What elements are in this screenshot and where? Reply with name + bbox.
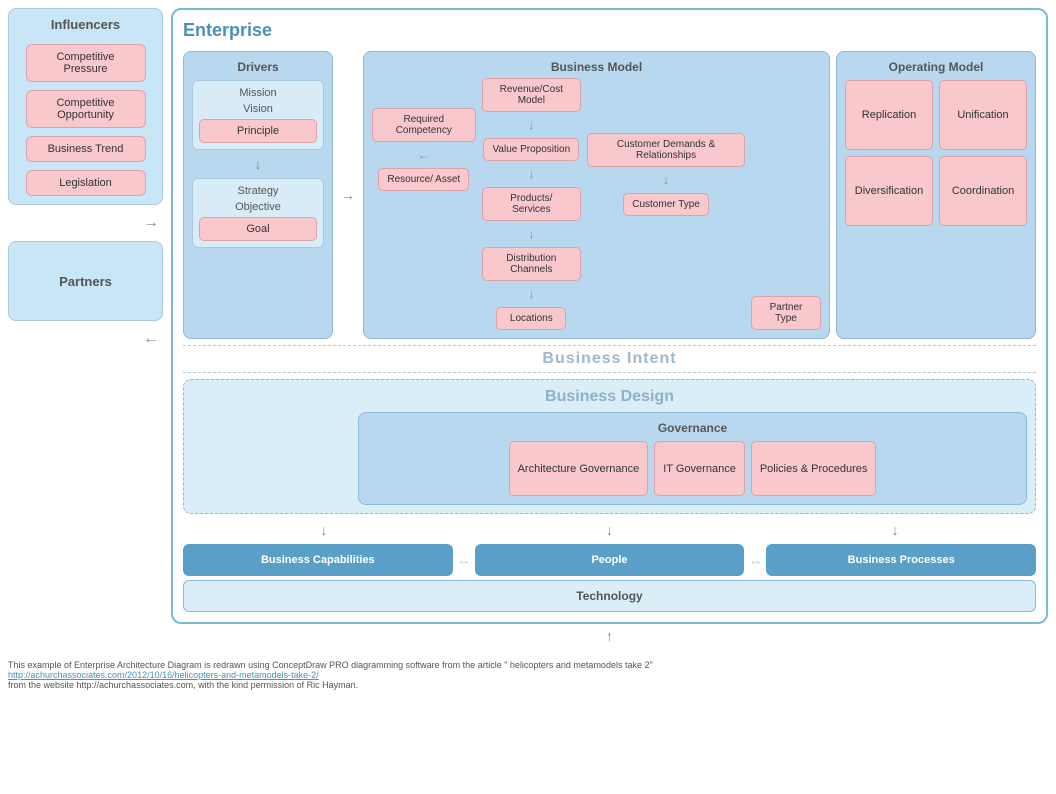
partners-panel: Partners bbox=[8, 241, 163, 321]
bottom-tier-row: Business Capabilities ↔ People ↔ Busines… bbox=[183, 544, 1036, 576]
influencer-item-1: Competitive Opportunity bbox=[26, 90, 146, 128]
influencer-item-0: Competitive Pressure bbox=[26, 44, 146, 82]
om-unification: Unification bbox=[939, 80, 1027, 150]
policies-procedures-box: Policies & Procedures bbox=[751, 441, 877, 496]
left-column: Influencers Competitive Pressure Competi… bbox=[8, 8, 163, 644]
technology-row: Technology bbox=[183, 580, 1036, 612]
influencers-panel: Influencers Competitive Pressure Competi… bbox=[8, 8, 163, 205]
bd-title: Business Design bbox=[192, 388, 1027, 406]
top-sections: Drivers Mission Vision Principle ↓ Strat… bbox=[183, 51, 1036, 339]
influencer-to-enterprise-arrow: → bbox=[8, 213, 163, 233]
rc-arrow: ← bbox=[418, 148, 430, 162]
drivers-sog-section: Strategy Objective Goal bbox=[192, 178, 324, 248]
principle-box: Principle bbox=[199, 119, 317, 143]
proc-down-arrow: ↓ bbox=[892, 522, 899, 538]
business-model-panel: Business Model Required Competency ← Res… bbox=[363, 51, 830, 339]
bm-left-col: Required Competency ← Resource/ Asset bbox=[372, 78, 476, 191]
people-box: People bbox=[475, 544, 745, 576]
capabilities-box: Business Capabilities bbox=[183, 544, 453, 576]
gov-title: Governance bbox=[367, 421, 1018, 435]
footer-link[interactable]: http://achurchassociates.com/2012/10/16/… bbox=[8, 670, 319, 680]
bottom-sections: ↓ ↓ ↓ Business Capabilities ↔ People ↔ B… bbox=[183, 520, 1036, 612]
resource-asset-box: Resource/ Asset bbox=[378, 168, 469, 191]
partners-title: Partners bbox=[59, 274, 112, 289]
people-proc-arrow: ↔ bbox=[748, 544, 762, 576]
drivers-to-bm-arrow: → bbox=[339, 51, 357, 339]
operating-model-panel: Operating Model Replication Unification … bbox=[836, 51, 1036, 339]
customer-demands-box: Customer Demands & Relationships bbox=[587, 133, 745, 167]
products-services-box: Products/ Services bbox=[482, 187, 582, 221]
om-replication: Replication bbox=[845, 80, 933, 150]
enterprise-wrapper: Enterprise Drivers Mission Vision Princi… bbox=[171, 8, 1048, 644]
vp-down-arrow: ↓ bbox=[528, 167, 534, 181]
required-competency-box: Required Competency bbox=[372, 108, 476, 142]
footer-line2: from the website http://achurchassociate… bbox=[8, 680, 1048, 690]
governance-panel: Governance Architecture Governance IT Go… bbox=[358, 412, 1027, 505]
it-governance-box: IT Governance bbox=[654, 441, 745, 496]
influencer-item-2: Business Trend bbox=[26, 136, 146, 162]
scroll-arrow: ↑ bbox=[171, 628, 1048, 644]
cd-down-arrow: ↓ bbox=[663, 173, 669, 187]
technology-label: Technology bbox=[576, 589, 642, 603]
footer-line1: This example of Enterprise Architecture … bbox=[8, 660, 1048, 670]
mission-label: Mission bbox=[239, 87, 276, 99]
customer-type-box: Customer Type bbox=[623, 193, 709, 216]
influencers-title: Influencers bbox=[51, 17, 120, 32]
drivers-title: Drivers bbox=[192, 60, 324, 74]
om-grid: Replication Unification Diversification … bbox=[845, 80, 1027, 226]
main-layout: Influencers Competitive Pressure Competi… bbox=[0, 0, 1056, 652]
rc-down-arrow: ↓ bbox=[528, 118, 534, 132]
bm-center-col: Revenue/Cost Model ↓ Value Proposition ↓… bbox=[482, 78, 582, 330]
dc-down-arrow: ↓ bbox=[528, 287, 534, 301]
goal-box: Goal bbox=[199, 217, 317, 241]
business-design-area: Business Design Governance Architecture … bbox=[183, 379, 1036, 514]
bm-right-col: Customer Demands & Relationships ↓ Custo… bbox=[587, 78, 745, 216]
partners-arrow: ← bbox=[8, 329, 163, 349]
enterprise-panel: Enterprise Drivers Mission Vision Princi… bbox=[171, 8, 1048, 624]
distribution-channels-box: Distribution Channels bbox=[482, 247, 582, 281]
people-down-arrow: ↓ bbox=[606, 522, 613, 538]
drivers-mvp-section: Mission Vision Principle bbox=[192, 80, 324, 150]
partner-type-box: Partner Type bbox=[751, 296, 821, 330]
architecture-governance-box: Architecture Governance bbox=[509, 441, 649, 496]
gov-boxes: Architecture Governance IT Governance Po… bbox=[367, 441, 1018, 496]
objective-label: Objective bbox=[235, 201, 281, 213]
value-prop-box: Value Proposition bbox=[483, 138, 579, 161]
drivers-panel: Drivers Mission Vision Principle ↓ Strat… bbox=[183, 51, 333, 339]
business-intent-label: Business Intent bbox=[183, 345, 1036, 373]
down-arrows-row: ↓ ↓ ↓ bbox=[183, 520, 1036, 540]
revenue-cost-box: Revenue/Cost Model bbox=[482, 78, 582, 112]
om-title: Operating Model bbox=[845, 60, 1027, 74]
bd-content: Governance Architecture Governance IT Go… bbox=[192, 412, 1027, 505]
drivers-arrow-down: ↓ bbox=[192, 156, 324, 172]
bm-far-left-col: Partner Type bbox=[751, 166, 821, 330]
cap-people-arrow: ↔ bbox=[457, 544, 471, 576]
enterprise-title: Enterprise bbox=[183, 20, 1036, 41]
influencer-item-3: Legislation bbox=[26, 170, 146, 196]
om-diversification: Diversification bbox=[845, 156, 933, 226]
vision-label: Vision bbox=[243, 103, 273, 115]
bm-content: Required Competency ← Resource/ Asset Re… bbox=[372, 78, 821, 330]
cap-down-arrow: ↓ bbox=[320, 522, 327, 538]
bm-title: Business Model bbox=[372, 60, 821, 74]
strategy-label: Strategy bbox=[238, 185, 279, 197]
om-coordination: Coordination bbox=[939, 156, 1027, 226]
processes-box: Business Processes bbox=[766, 544, 1036, 576]
locations-box: Locations bbox=[496, 307, 566, 330]
footer: This example of Enterprise Architecture … bbox=[0, 660, 1056, 690]
ps-down-arrow: ↓ bbox=[528, 227, 534, 241]
